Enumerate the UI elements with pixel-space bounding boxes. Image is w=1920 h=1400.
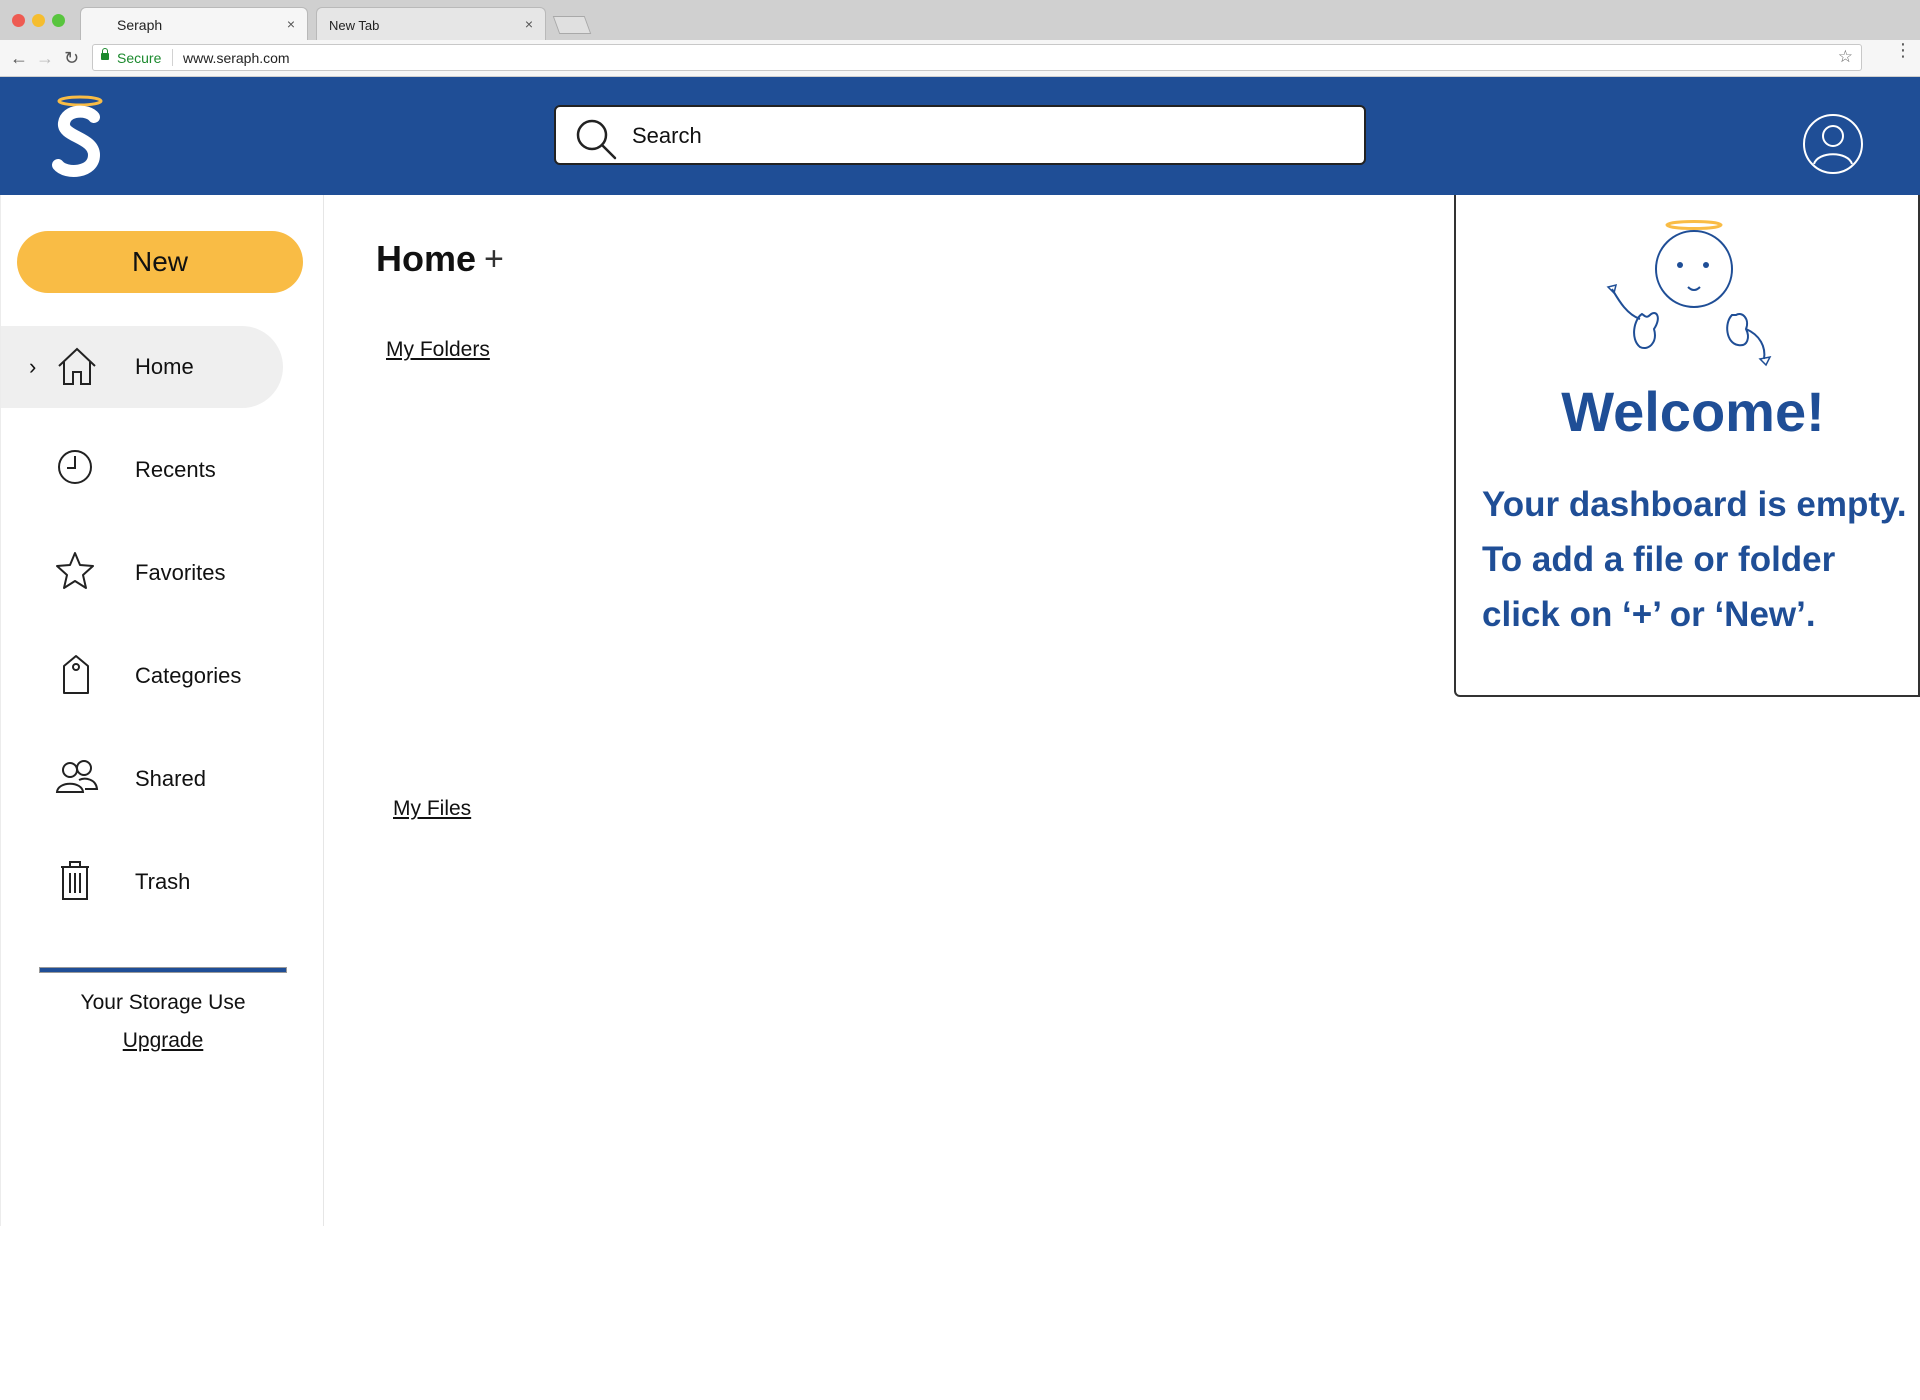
lock-icon bbox=[101, 48, 109, 60]
home-icon bbox=[58, 347, 96, 385]
welcome-line: click on ‘+’ or ‘New’. bbox=[1482, 595, 1816, 634]
browser-menu-icon[interactable]: ⋮ bbox=[1894, 41, 1912, 59]
app-header bbox=[0, 77, 1920, 195]
tab-title: New Tab bbox=[329, 18, 380, 33]
new-tab-button[interactable] bbox=[552, 16, 592, 34]
search-input[interactable] bbox=[630, 119, 1334, 153]
sidebar-item-label: Home bbox=[135, 354, 194, 379]
welcome-message: Your dashboard is empty. To add a file o… bbox=[1482, 477, 1920, 642]
tab-title: Seraph bbox=[117, 17, 163, 33]
url-text[interactable]: www.seraph.com bbox=[183, 50, 290, 66]
welcome-panel: Welcome! Your dashboard is empty. To add… bbox=[1454, 195, 1920, 697]
storage-label: Your Storage Use bbox=[80, 991, 246, 1014]
star-icon bbox=[56, 552, 94, 589]
sidebar-item-label: Favorites bbox=[135, 560, 226, 585]
seraph-logo-icon[interactable] bbox=[48, 93, 112, 183]
bookmark-star-icon[interactable]: ☆ bbox=[1838, 47, 1853, 67]
search-bar[interactable] bbox=[554, 105, 1366, 165]
sidebar-item-home[interactable]: › Home bbox=[1, 326, 283, 408]
people-icon bbox=[55, 760, 99, 793]
sidebar-item-label: Recents bbox=[135, 457, 216, 482]
chevron-right-icon: › bbox=[29, 354, 37, 379]
sidebar-item-label: Shared bbox=[135, 766, 206, 791]
welcome-title: Welcome! bbox=[1561, 380, 1825, 443]
sidebar: New › Home Recents Favorites Categories bbox=[0, 195, 324, 1226]
close-window-button[interactable] bbox=[12, 14, 25, 27]
tag-icon bbox=[63, 655, 89, 694]
tab-seraph[interactable]: Seraph × bbox=[80, 7, 308, 40]
url-bar[interactable]: Secure www.seraph.com ☆ bbox=[92, 44, 1862, 71]
welcome-line: To add a file or folder bbox=[1482, 540, 1836, 579]
tab-close-icon[interactable]: × bbox=[525, 16, 533, 32]
sidebar-item-label: Trash bbox=[135, 869, 191, 894]
trash-icon bbox=[61, 861, 89, 900]
minimize-window-button[interactable] bbox=[32, 14, 45, 27]
new-button[interactable]: New bbox=[17, 231, 303, 293]
back-arrow-icon[interactable]: ← bbox=[10, 48, 28, 69]
secure-label: Secure bbox=[117, 50, 162, 66]
reload-icon[interactable]: ↻ bbox=[64, 48, 79, 69]
upgrade-link[interactable]: Upgrade bbox=[1, 1029, 325, 1053]
user-avatar-icon[interactable] bbox=[1802, 113, 1864, 175]
welcome-line: Your dashboard is empty. bbox=[1482, 485, 1907, 524]
sidebar-item-label: Categories bbox=[135, 663, 242, 688]
sidebar-item-categories[interactable]: Categories bbox=[1, 635, 283, 717]
sidebar-item-shared[interactable]: Shared bbox=[1, 738, 283, 820]
storage-progress-bar bbox=[39, 967, 287, 973]
sidebar-item-recents[interactable]: Recents bbox=[1, 429, 283, 511]
page-title: Home bbox=[376, 238, 477, 279]
clock-icon bbox=[58, 450, 92, 484]
maximize-window-button[interactable] bbox=[52, 14, 65, 27]
storage-progress-fill bbox=[40, 968, 286, 972]
tab-new-tab[interactable]: New Tab × bbox=[316, 7, 546, 40]
sidebar-item-trash[interactable]: Trash bbox=[1, 841, 283, 923]
browser-tab-bar: Seraph × New Tab × bbox=[0, 0, 1920, 40]
angel-mascot-icon bbox=[1606, 220, 1772, 367]
tab-close-icon[interactable]: × bbox=[287, 16, 295, 32]
forward-arrow-icon[interactable]: → bbox=[36, 48, 54, 69]
search-icon[interactable] bbox=[574, 117, 618, 161]
address-bar-row: ← → ↻ Secure www.seraph.com ☆ bbox=[0, 40, 1920, 77]
my-folders-link[interactable]: My Folders bbox=[386, 338, 490, 362]
sidebar-item-favorites[interactable]: Favorites bbox=[1, 532, 283, 614]
url-divider bbox=[172, 49, 173, 66]
my-files-link[interactable]: My Files bbox=[393, 797, 471, 821]
add-plus-button[interactable]: + bbox=[484, 240, 504, 279]
